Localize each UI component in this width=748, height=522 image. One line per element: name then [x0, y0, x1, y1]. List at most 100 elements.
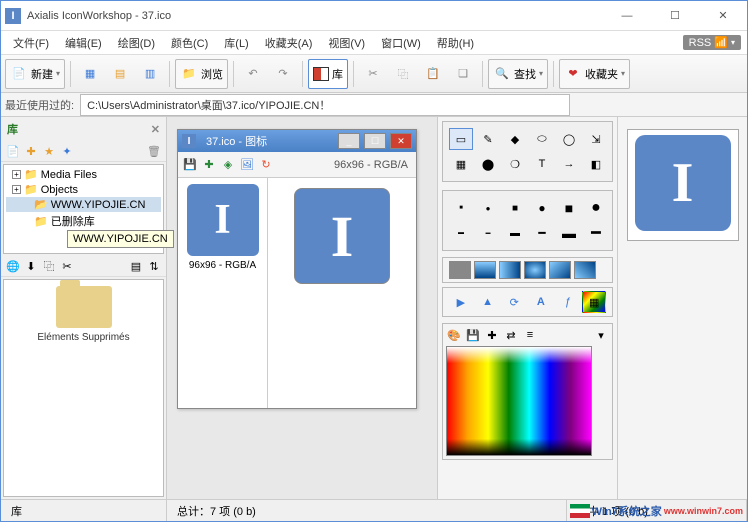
expand-icon[interactable]: + [12, 185, 21, 194]
doc-maximize-button[interactable]: ☐ [364, 133, 386, 149]
doc-save-icon[interactable]: 💾 [182, 157, 198, 173]
pal-pick-icon[interactable]: 🎨 [446, 327, 462, 343]
line-1[interactable]: ▬ [449, 222, 473, 244]
color-grid[interactable] [446, 346, 592, 456]
lib-new-icon[interactable]: 📄 [5, 143, 21, 159]
paste-button[interactable]: 📋 [419, 59, 447, 89]
grad-4[interactable] [524, 261, 546, 279]
document-window[interactable]: I 37.ico - 图标 _ ☐ ✕ 💾 ✚ ◈ 🖼 ↻ 96x96 - RG… [177, 129, 417, 409]
document-titlebar[interactable]: I 37.ico - 图标 _ ☐ ✕ [178, 130, 416, 152]
file-down-icon[interactable]: ⬇ [23, 258, 39, 274]
tool-fill[interactable]: ▦ [449, 153, 473, 175]
grid-button-3[interactable]: ▥ [136, 59, 164, 89]
close-button[interactable]: ✕ [703, 2, 743, 30]
grad-6[interactable] [574, 261, 596, 279]
grad-3[interactable] [499, 261, 521, 279]
menu-draw[interactable]: 绘图(D) [112, 33, 161, 53]
line-3[interactable]: ▬ [503, 222, 527, 244]
expand-icon[interactable]: + [12, 170, 21, 179]
lib-star-icon[interactable]: ★ [41, 143, 57, 159]
pal-list-icon[interactable]: ≡ [522, 327, 538, 343]
copy-button[interactable]: ⿻ [389, 59, 417, 89]
tool-dot2[interactable]: ❍ [503, 153, 527, 175]
browse-button[interactable]: 📁 浏览 [175, 59, 228, 89]
size-2[interactable]: ● [476, 197, 500, 219]
file-sort-icon[interactable]: ⇅ [146, 258, 162, 274]
thumbnail-image[interactable]: I [187, 184, 259, 256]
layers-button[interactable]: ❏ [449, 59, 477, 89]
fx-text[interactable]: A [529, 291, 553, 313]
thumbnail-pane[interactable]: I 96x96 - RGB/A [178, 178, 268, 408]
menu-help[interactable]: 帮助(H) [431, 33, 480, 53]
fx-color[interactable]: ▦ [582, 291, 606, 313]
folder-large-icon[interactable] [56, 286, 112, 328]
line-5[interactable]: ▬ [557, 222, 581, 244]
file-list[interactable]: Eléments Supprimés [3, 279, 164, 497]
size-4[interactable]: ● [530, 197, 554, 219]
grad-2[interactable] [474, 261, 496, 279]
tool-rect[interactable]: ◧ [584, 153, 608, 175]
line-6[interactable]: ━ [584, 222, 608, 244]
fx-flip[interactable]: ▲ [476, 291, 500, 313]
menu-color[interactable]: 颜色(C) [165, 33, 214, 53]
fx-rotate[interactable]: ⟳ [502, 291, 526, 313]
grad-1[interactable] [449, 261, 471, 279]
doc-minimize-button[interactable]: _ [338, 133, 360, 149]
undo-button[interactable]: ↶ [239, 59, 267, 89]
grid-button-2[interactable]: ▤ [106, 59, 134, 89]
edit-canvas[interactable]: I [268, 178, 416, 408]
tool-dot1[interactable]: ⬤ [476, 153, 500, 175]
fx-func[interactable]: ƒ [556, 291, 580, 313]
menu-file[interactable]: 文件(F) [7, 33, 55, 53]
fx-play[interactable]: ▶ [449, 291, 473, 313]
library-button[interactable]: 库 [308, 59, 348, 89]
file-net-icon[interactable]: 🌐 [5, 258, 21, 274]
size-3[interactable]: ■ [503, 197, 527, 219]
tool-eraser[interactable]: ◆ [503, 128, 527, 150]
doc-refresh-icon[interactable]: ↻ [258, 157, 274, 173]
file-cut-icon[interactable]: ✂ [59, 258, 75, 274]
line-2[interactable]: ━ [476, 222, 500, 244]
pal-add-icon[interactable]: ✚ [484, 327, 500, 343]
path-field[interactable]: C:\Users\Administrator\桌面\37.ico/YIPOJIE… [80, 94, 570, 116]
find-button[interactable]: 🔍 查找▾ [488, 59, 548, 89]
cut-button[interactable]: ✂ [359, 59, 387, 89]
pal-save-icon[interactable]: 💾 [465, 327, 481, 343]
tool-pencil[interactable]: ✎ [476, 128, 500, 150]
tool-arrow[interactable]: → [557, 153, 581, 175]
pal-swap-icon[interactable]: ⇄ [503, 327, 519, 343]
doc-img-icon[interactable]: 🖼 [239, 157, 255, 173]
menu-edit[interactable]: 编辑(E) [59, 33, 108, 53]
menu-view[interactable]: 视图(V) [322, 33, 371, 53]
doc-add-icon[interactable]: ✚ [201, 157, 217, 173]
tree-item-deleted[interactable]: 📁 已删除库 [6, 212, 161, 230]
tree-item-yipojie[interactable]: 📂 WWW.YIPOJIE.CN [6, 197, 161, 212]
library-close-button[interactable]: ✕ [151, 123, 160, 136]
menu-favorites[interactable]: 收藏夹(A) [259, 33, 319, 53]
menu-library[interactable]: 库(L) [218, 33, 254, 53]
menu-window[interactable]: 窗口(W) [375, 33, 427, 53]
line-4[interactable]: ━ [530, 222, 554, 244]
minimize-button[interactable]: — [607, 2, 647, 30]
maximize-button[interactable]: ☐ [655, 2, 695, 30]
size-1[interactable]: ■ [449, 197, 473, 219]
pal-drop-icon[interactable]: ▾ [593, 327, 609, 343]
lib-fav-icon[interactable]: ✦ [59, 143, 75, 159]
tree-item-objects[interactable]: + 📁 Objects [6, 182, 161, 197]
lib-delete-icon[interactable]: 🗑 [146, 143, 162, 159]
doc-close-button[interactable]: ✕ [390, 133, 412, 149]
size-5[interactable]: ■ [557, 197, 581, 219]
file-view-icon[interactable]: ▤ [128, 258, 144, 274]
new-button[interactable]: 📄 新建▾ [5, 59, 65, 89]
tool-circle[interactable]: ◯ [557, 128, 581, 150]
grid-button-1[interactable]: ▦ [76, 59, 104, 89]
lib-add-icon[interactable]: ✚ [23, 143, 39, 159]
tool-select[interactable]: ▭ [449, 128, 473, 150]
doc-cube-icon[interactable]: ◈ [220, 157, 236, 173]
icon-preview[interactable]: I [294, 188, 390, 284]
redo-button[interactable]: ↷ [269, 59, 297, 89]
tree-item-media[interactable]: + 📁 Media Files [6, 167, 161, 182]
size-6[interactable]: ● [584, 197, 608, 219]
tool-line[interactable]: ⇲ [584, 128, 608, 150]
rss-button[interactable]: RSS 📶 ▾ [683, 35, 741, 50]
